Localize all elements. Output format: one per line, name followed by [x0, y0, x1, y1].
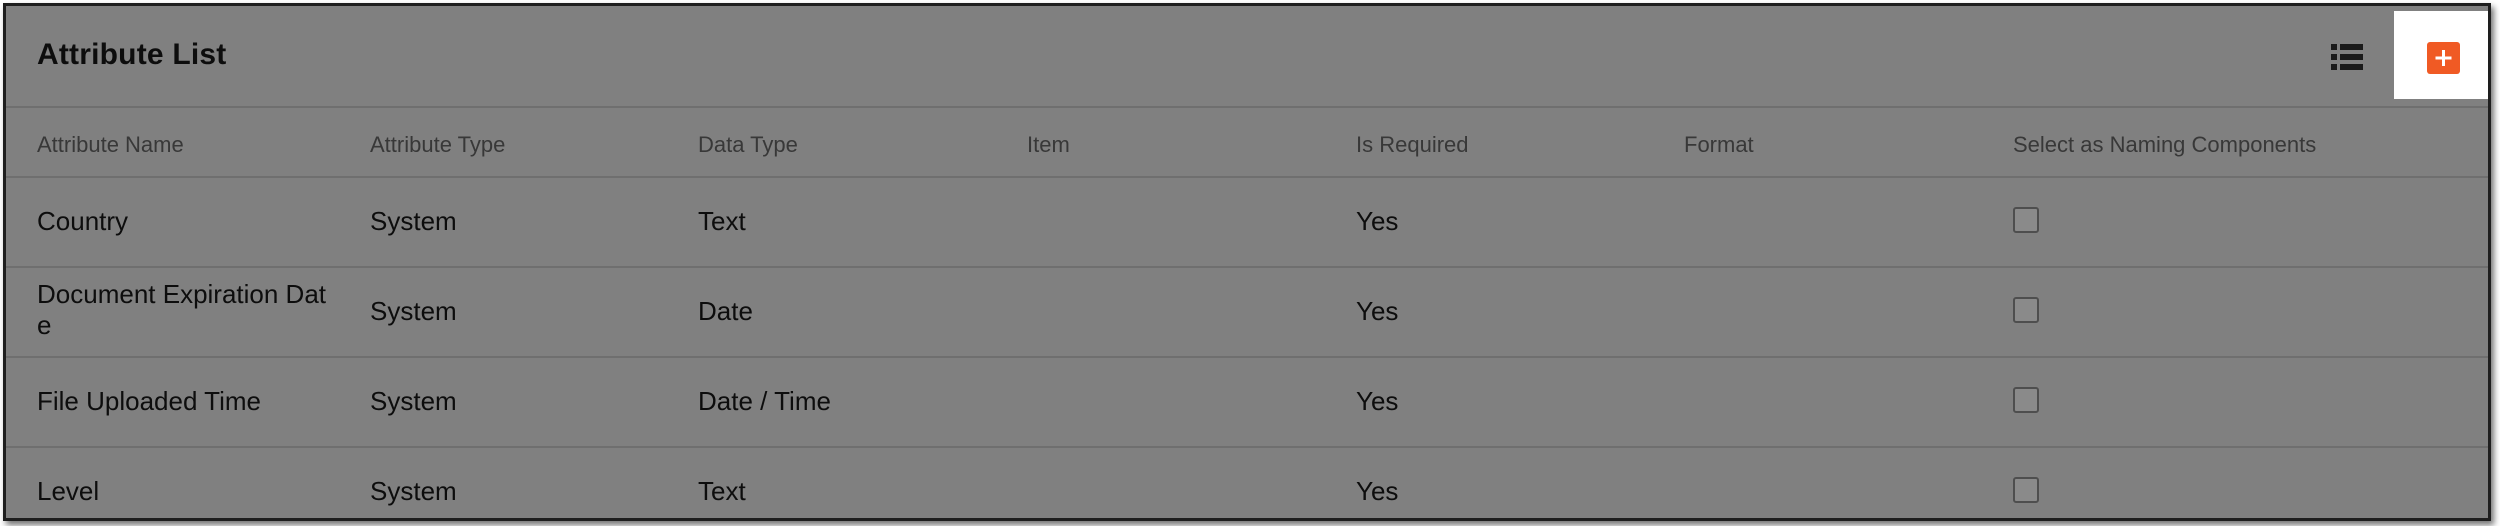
naming-component-checkbox[interactable]: [2013, 297, 2039, 323]
column-header-item[interactable]: Item: [1027, 132, 1070, 158]
plus-icon: [2435, 50, 2452, 66]
cell-data-type: Text: [698, 206, 746, 236]
table-row[interactable]: Level System Text Yes: [6, 448, 2488, 518]
add-button-highlight: [2394, 11, 2488, 99]
table-row[interactable]: Document Expiration Date System Date Yes: [6, 268, 2488, 358]
cell-is-required: Yes: [1356, 296, 1399, 326]
page-title: Attribute List: [37, 38, 227, 71]
cell-is-required: Yes: [1356, 206, 1399, 236]
cell-attribute-name: Level: [37, 476, 100, 506]
cell-attribute-type: System: [370, 476, 457, 506]
attribute-table: Attribute Name Attribute Type Data Type …: [6, 108, 2488, 518]
cell-attribute-name: Document Expiration Date: [37, 279, 327, 340]
add-attribute-button[interactable]: [2427, 42, 2460, 74]
cell-attribute-name: File Uploaded Time: [37, 386, 261, 416]
cell-is-required: Yes: [1356, 386, 1399, 416]
column-header-attribute-type[interactable]: Attribute Type: [370, 132, 505, 158]
table-header: Attribute Name Attribute Type Data Type …: [6, 108, 2488, 178]
list-view-icon[interactable]: [2330, 41, 2364, 73]
column-header-format[interactable]: Format: [1684, 132, 1754, 158]
cell-attribute-type: System: [370, 296, 457, 326]
naming-component-checkbox[interactable]: [2013, 207, 2039, 233]
table-row[interactable]: Country System Text Yes: [6, 178, 2488, 268]
cell-attribute-type: System: [370, 206, 457, 236]
cell-attribute-name: Country: [37, 206, 129, 236]
cell-data-type: Date: [698, 296, 753, 326]
column-header-attribute-name[interactable]: Attribute Name: [37, 132, 184, 158]
attribute-list-panel: Attribute List Attribute Name Attribute …: [3, 3, 2491, 521]
naming-component-checkbox[interactable]: [2013, 387, 2039, 413]
table-row[interactable]: File Uploaded Time System Date / Time Ye…: [6, 358, 2488, 448]
column-header-naming-components[interactable]: Select as Naming Components: [2013, 132, 2320, 158]
panel-header: Attribute List: [6, 6, 2488, 108]
cell-data-type: Text: [698, 476, 746, 506]
cell-is-required: Yes: [1356, 476, 1399, 506]
naming-component-checkbox[interactable]: [2013, 477, 2039, 503]
column-header-is-required[interactable]: Is Required: [1356, 132, 1469, 158]
cell-attribute-type: System: [370, 386, 457, 416]
column-header-data-type[interactable]: Data Type: [698, 132, 798, 158]
cell-data-type: Date / Time: [698, 386, 831, 416]
